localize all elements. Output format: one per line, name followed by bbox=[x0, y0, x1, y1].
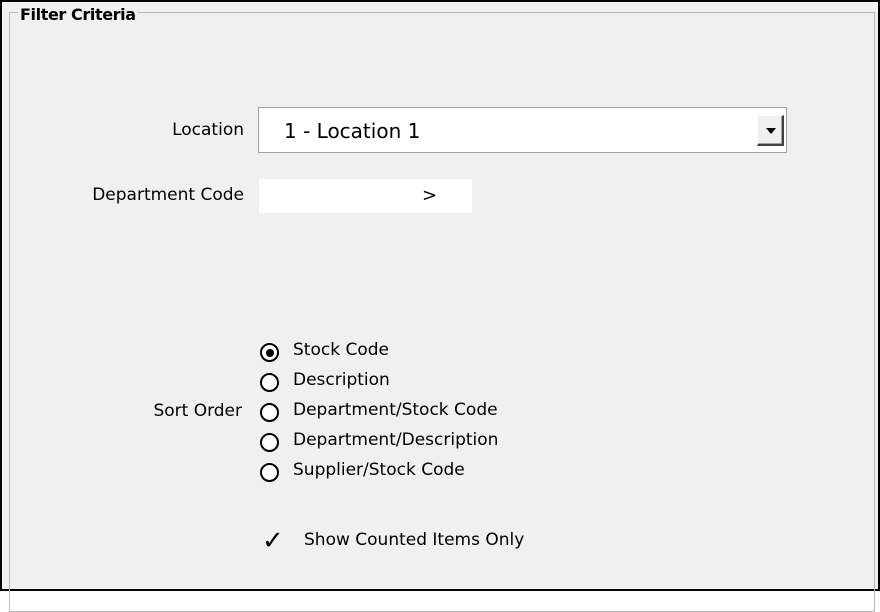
location-label: Location bbox=[172, 120, 244, 140]
radio-button[interactable] bbox=[260, 403, 279, 422]
department-code-field[interactable]: > bbox=[259, 179, 472, 213]
show-counted-items-label: Show Counted Items Only bbox=[304, 530, 525, 550]
radio-button[interactable] bbox=[260, 373, 279, 392]
radio-stock-code[interactable]: Stock Code bbox=[258, 337, 558, 367]
filter-criteria-group bbox=[9, 12, 875, 612]
radio-label: Department/Description bbox=[293, 430, 499, 450]
radio-label: Supplier/Stock Code bbox=[293, 460, 465, 480]
radio-label: Description bbox=[293, 370, 390, 390]
show-counted-items-checkbox[interactable]: ✓ Show Counted Items Only bbox=[258, 526, 598, 556]
checkmark-icon[interactable]: ✓ bbox=[262, 527, 284, 555]
department-code-label: Department Code bbox=[92, 185, 244, 205]
radio-label: Department/Stock Code bbox=[293, 400, 498, 420]
group-title: Filter Criteria bbox=[18, 3, 138, 27]
radio-department-stock-code[interactable]: Department/Stock Code bbox=[258, 397, 558, 427]
radio-button[interactable] bbox=[260, 433, 279, 452]
radio-department-description[interactable]: Department/Description bbox=[258, 427, 558, 457]
location-value: 1 - Location 1 bbox=[284, 119, 421, 143]
radio-description[interactable]: Description bbox=[258, 367, 558, 397]
dropdown-button[interactable] bbox=[757, 115, 784, 146]
sort-order-label: Sort Order bbox=[153, 401, 242, 421]
chevron-down-icon bbox=[766, 128, 776, 134]
radio-button-selected[interactable] bbox=[260, 343, 279, 362]
radio-label: Stock Code bbox=[293, 340, 389, 360]
radio-supplier-stock-code[interactable]: Supplier/Stock Code bbox=[258, 457, 558, 487]
radio-button[interactable] bbox=[260, 463, 279, 482]
location-dropdown[interactable]: 1 - Location 1 bbox=[258, 107, 787, 153]
department-lookup-button[interactable]: > bbox=[422, 184, 437, 208]
filter-panel: Filter Criteria Location 1 - Location 1 … bbox=[0, 0, 880, 612]
